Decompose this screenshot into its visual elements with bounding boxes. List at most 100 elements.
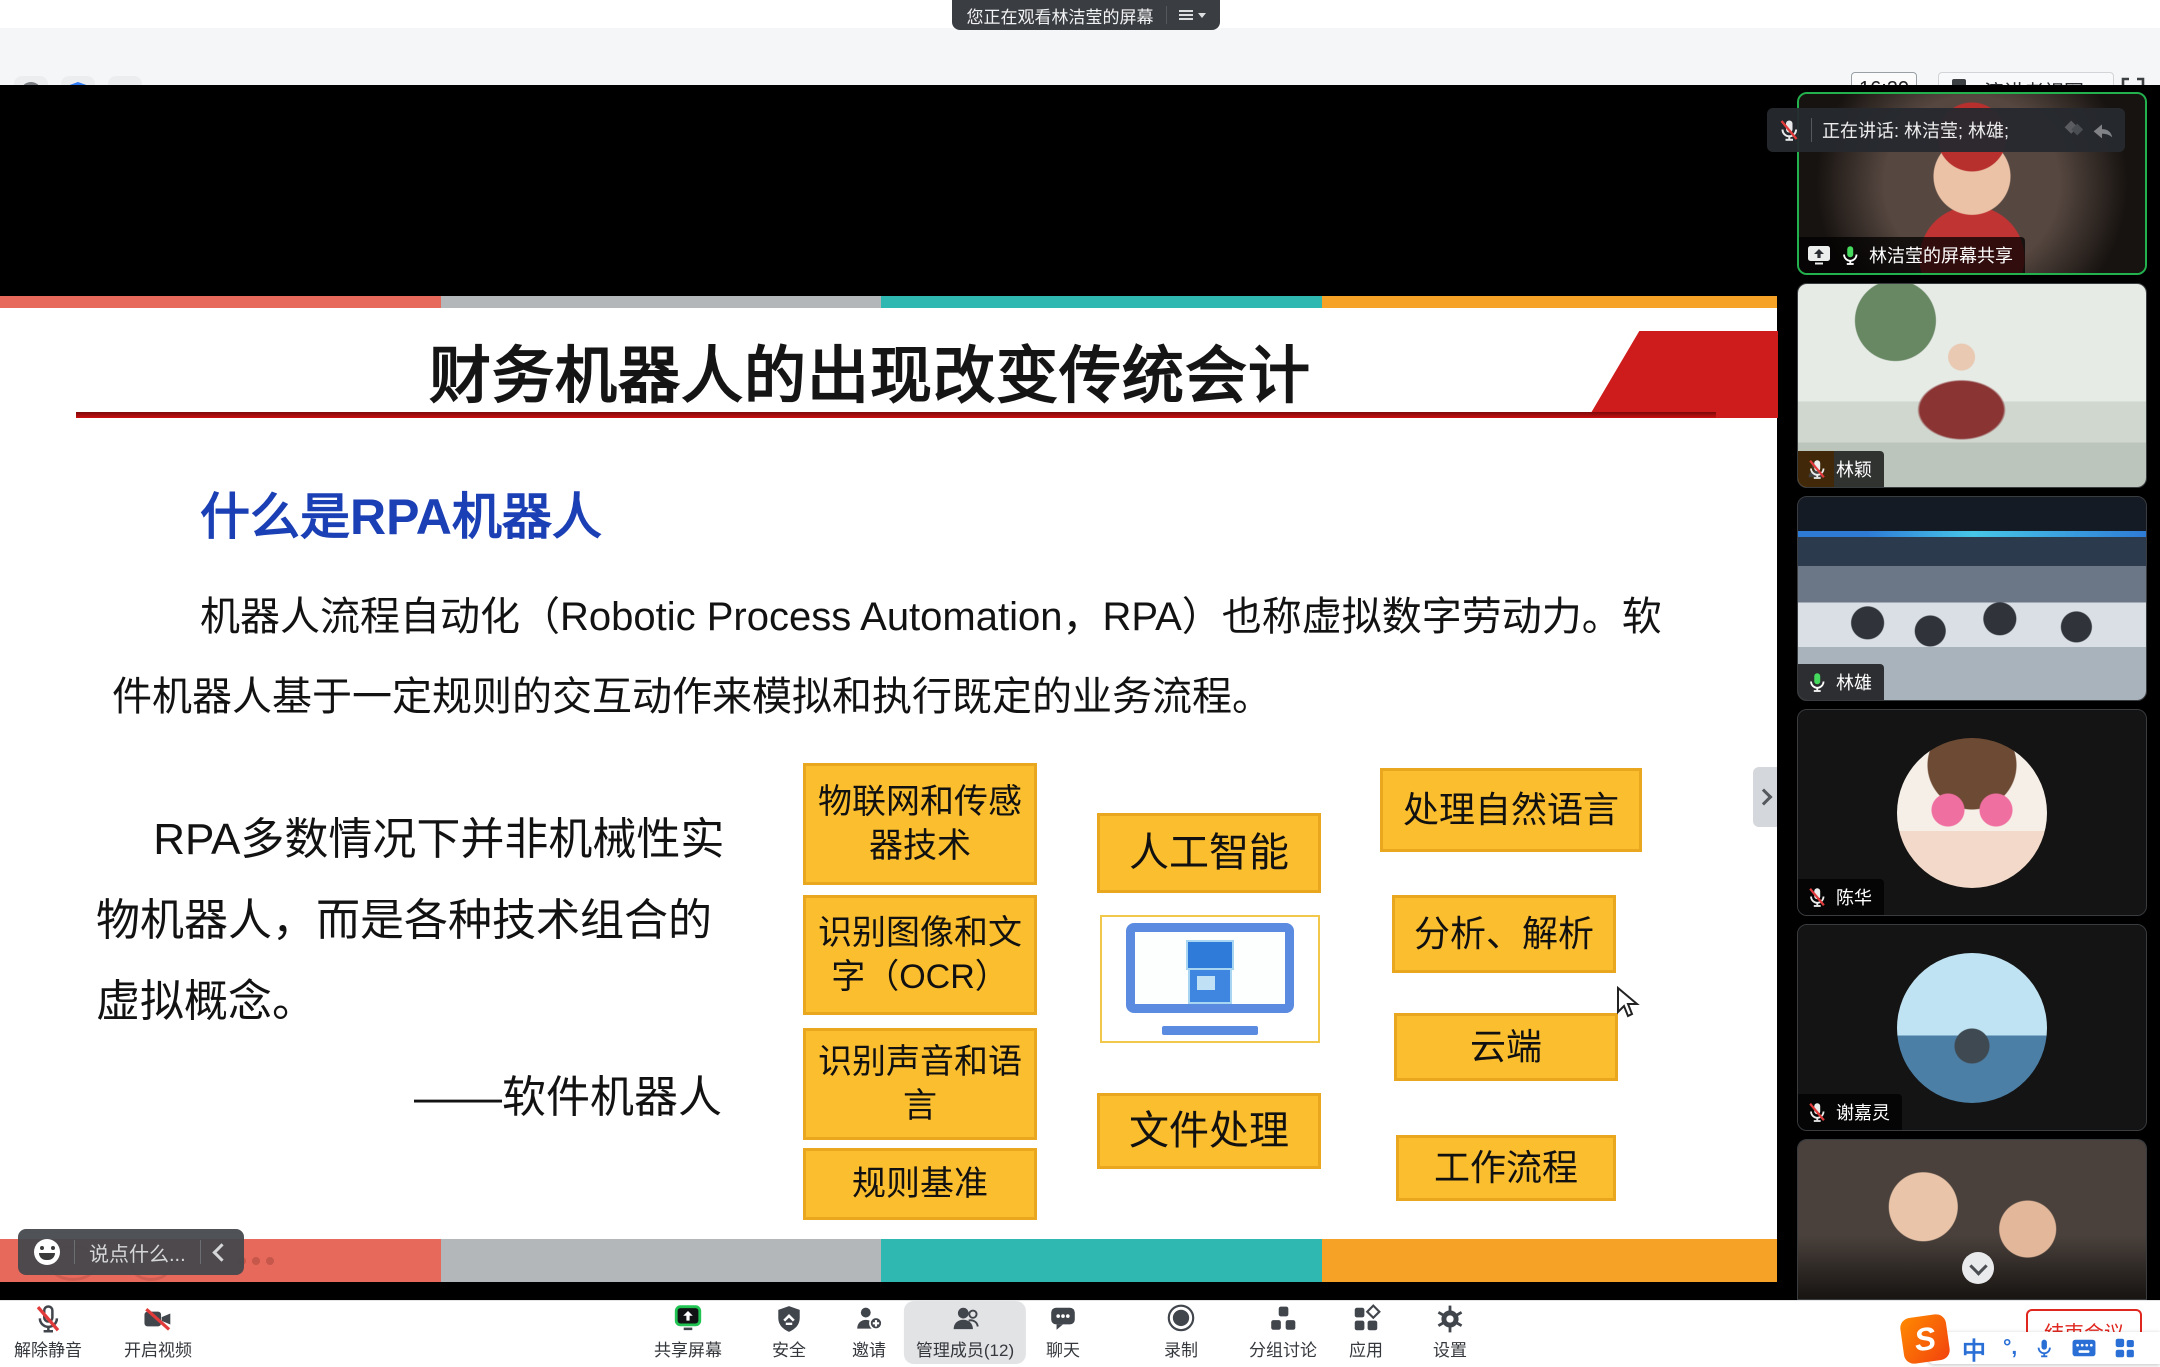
participant-tile[interactable]: 陈华 [1797,709,2147,916]
participant-name: 林洁莹的屏幕共享 [1869,242,2013,268]
slide-section-heading: 什么是RPA机器人 [200,477,602,549]
unmute-label: 解除静音 [14,1336,82,1361]
participant-nameplate: 陈华 [1798,879,1884,915]
watching-banner-text: 您正在观看林洁莹的屏幕 [967,3,1154,28]
mic-on-icon [1839,244,1861,266]
sidebar-collapse-handle[interactable] [1753,767,1777,827]
chat-button[interactable]: 聊天 [1046,1304,1080,1361]
gear-icon [1435,1304,1465,1334]
slide-side-note: RPA多数情况下并非机械性实物机器人，而是各种技术组合的虚拟概念。 [96,799,726,1042]
active-speaker-bar: 正在讲话: 林洁莹; 林雄; [1767,108,2125,152]
slide-box-files: 文件处理 [1097,1093,1321,1169]
share-screen-icon [673,1304,703,1334]
apps-grid-icon [1351,1304,1381,1334]
slide-box-speech: 识别声音和语言 [803,1028,1037,1140]
slide-paragraph: 机器人流程自动化（Robotic Process Automation，RPA）… [112,577,1692,737]
title-underline [76,412,1716,418]
ime-toolbar: 中 °, [1928,1332,2160,1364]
muted-mic-icon [33,1304,63,1334]
share-screen-label: 共享屏幕 [654,1336,722,1361]
apps-label: 应用 [1349,1336,1383,1361]
share-screen-button[interactable]: 共享屏幕 [654,1304,722,1361]
slide-box-iot: 物联网和传感器技术 [803,763,1037,885]
scroll-more-participants-button[interactable] [1962,1252,1994,1284]
breakout-squares-icon [1268,1304,1298,1334]
sogou-ime-logo[interactable]: S [1899,1313,1951,1365]
record-button[interactable]: 录制 [1164,1304,1198,1361]
muted-mic-icon [1806,886,1828,908]
participant-tile[interactable]: 林雄 [1797,496,2147,701]
avatar [1897,738,2047,888]
security-label: 安全 [772,1336,806,1361]
manage-members-label: 管理成员(12) [916,1336,1014,1361]
security-button[interactable]: 安全 [772,1304,806,1361]
muted-mic-icon [1806,458,1828,480]
slide-bottom-band [0,1239,1777,1282]
slide-box-cloud: 云端 [1394,1013,1618,1081]
settings-label: 设置 [1433,1336,1467,1361]
settings-button[interactable]: 设置 [1433,1304,1467,1361]
robot-computer-image [1100,915,1320,1043]
chevron-down-icon [1969,1257,1987,1275]
screenshare-icon [1807,245,1831,265]
muted-mic-icon [1777,118,1801,142]
quick-chat-pill[interactable]: 说点什么... [18,1229,244,1275]
slide-box-nlp: 处理自然语言 [1380,768,1642,852]
members-icon [950,1304,980,1334]
slide-top-band [0,296,1777,308]
chat-input-placeholder[interactable]: 说点什么... [89,1238,186,1267]
slide-box-ocr: 识别图像和文字（OCR） [803,895,1037,1015]
unmute-button[interactable]: 解除静音 [14,1304,82,1361]
participant-name: 陈华 [1836,884,1872,910]
slide-box-rules: 规则基准 [803,1148,1037,1220]
record-icon [1166,1304,1196,1334]
start-video-label: 开启视频 [124,1336,192,1361]
apps-button[interactable]: 应用 [1349,1304,1383,1361]
mouse-cursor [1616,986,1642,1020]
invite-person-icon [854,1304,884,1334]
reaction-icons [2061,117,2115,143]
invite-label: 邀请 [852,1336,886,1361]
watching-banner: 您正在观看林洁莹的屏幕 [952,0,1220,30]
divider [200,1240,201,1264]
participant-name: 林雄 [1836,669,1872,695]
meeting-window: 您正在观看林洁莹的屏幕 16:20 演讲者视图 [0,0,2160,1367]
participant-nameplate: 林颖 [1798,451,1884,487]
breakout-rooms-button[interactable]: 分组讨论 [1249,1304,1317,1361]
participant-name: 谢嘉灵 [1836,1099,1890,1125]
active-speaker-label: 正在讲话: 林洁莹; 林雄; [1822,117,2009,143]
meeting-statusbar: 16:20 演讲者视图 [0,28,2160,86]
participant-tile[interactable]: 林颖 [1797,283,2147,488]
ime-keyboard-icon[interactable] [2071,1337,2097,1359]
monitor-graphic [1126,923,1294,1013]
bottom-toolbar: 解除静音 开启视频 共享屏幕 安全 邀请 管理成员(12) 聊天 [0,1300,2160,1367]
participant-nameplate: 林洁莹的屏幕共享 [1799,237,2025,273]
ime-voice-icon[interactable] [2034,1337,2054,1359]
slide-side-note-attribution: ——软件机器人 [96,1061,726,1125]
invite-button[interactable]: 邀请 [852,1304,886,1361]
breakout-rooms-label: 分组讨论 [1249,1336,1317,1361]
avatar [1897,953,2047,1103]
chat-bubble-icon [1048,1304,1078,1334]
camera-off-icon [142,1304,174,1334]
chevron-right-icon [1755,789,1772,806]
participant-nameplate: 谢嘉灵 [1798,1094,1902,1130]
emoji-icon[interactable] [34,1239,60,1265]
muted-mic-icon [1806,1101,1828,1123]
slide-title: 财务机器人的出现改变传统会计 [160,325,1580,415]
mic-on-icon [1806,671,1828,693]
slide-box-analysis: 分析、解析 [1392,895,1616,973]
manage-members-button[interactable]: 管理成员(12) [904,1301,1026,1364]
participant-name: 林颖 [1836,456,1872,482]
banner-menu-icon[interactable] [1166,6,1206,24]
ime-language-toggle[interactable]: 中 [1962,1331,1986,1366]
participant-tile[interactable]: 谢嘉灵 [1797,924,2147,1131]
record-label: 录制 [1164,1336,1198,1361]
divider [74,1240,75,1264]
collapse-left-icon[interactable] [212,1243,230,1261]
ime-toolbox-icon[interactable] [2114,1337,2136,1359]
security-shield-icon [774,1304,804,1334]
start-video-button[interactable]: 开启视频 [124,1304,192,1361]
slide-box-ai: 人工智能 [1097,813,1321,893]
ime-punctuation-toggle[interactable]: °, [2003,1336,2017,1360]
